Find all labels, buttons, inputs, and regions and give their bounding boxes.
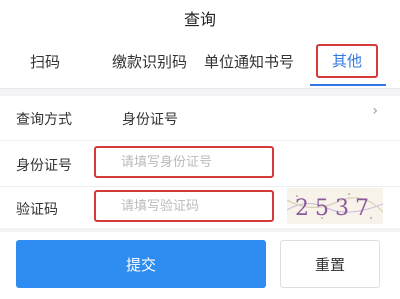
id-number-field-box — [94, 146, 274, 178]
tab-other[interactable]: 其他 — [316, 44, 378, 78]
captcha-label: 验证码 — [16, 202, 58, 218]
tab-bar: 扫码 缴款识别码 单位通知书号 其他 — [0, 36, 400, 89]
chevron-right-icon: › — [372, 103, 378, 119]
captcha-image[interactable]: 2537 — [287, 188, 383, 224]
captcha-input[interactable] — [121, 199, 266, 214]
page-title: 查询 — [183, 10, 216, 29]
query-method-label: 查询方式 — [16, 112, 72, 128]
query-method-value: 身份证号 — [122, 112, 178, 128]
captcha-row: 验证码 2537 — [0, 186, 400, 230]
tab-unit-notice-number[interactable]: 单位通知书号 — [204, 51, 294, 72]
captcha-field-box — [94, 190, 274, 222]
query-form: 查询方式 身份证号 › 身份证号 验证码 2537 — [0, 96, 400, 228]
active-tab-indicator — [310, 84, 386, 86]
query-method-row[interactable]: 查询方式 身份证号 › — [0, 96, 400, 141]
tab-scan[interactable]: 扫码 — [30, 51, 60, 72]
header: 查询 — [0, 0, 400, 36]
tab-payment-code[interactable]: 缴款识别码 — [112, 51, 187, 72]
id-number-row: 身份证号 — [0, 142, 400, 187]
id-number-label: 身份证号 — [16, 158, 72, 174]
submit-button[interactable]: 提交 — [16, 240, 266, 288]
action-bar: 提交 重置 — [0, 232, 400, 299]
captcha-text: 2537 — [295, 196, 375, 221]
reset-button[interactable]: 重置 — [280, 240, 380, 288]
id-number-input[interactable] — [121, 155, 266, 170]
